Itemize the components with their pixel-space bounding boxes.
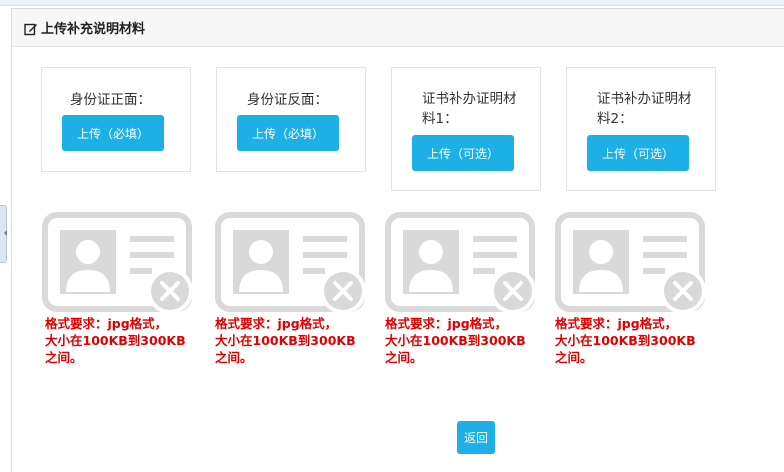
upload-id-back-button[interactable]: 上传（必填） xyxy=(237,115,339,151)
format-requirement-line: 格式要求：jpg格式， xyxy=(215,316,338,331)
id-card-missing-icon xyxy=(555,212,706,314)
upload-box-id-front: 身份证正面： 上传（必填） xyxy=(41,67,191,172)
range-end-line: 之间。 xyxy=(45,350,83,365)
back-button[interactable]: 返回 xyxy=(457,421,495,454)
format-requirement: 格式要求：jpg格式， 大小在100KB到300KB 之间。 xyxy=(45,315,200,366)
upload-box-material-1: 证书补办证明材 料1： 上传（可选） xyxy=(391,67,541,191)
top-strip xyxy=(0,0,784,6)
edit-icon xyxy=(24,21,38,35)
upload-id-front-button[interactable]: 上传（必填） xyxy=(62,115,164,151)
range-end-line: 之间。 xyxy=(555,350,593,365)
format-requirement: 格式要求：jpg格式， 大小在100KB到300KB 之间。 xyxy=(215,315,370,366)
size-requirement-line: 大小在100KB到300KB xyxy=(385,333,526,348)
upload-label-material-1-line2: 料1： xyxy=(422,111,458,127)
upload-label-material-2-line1: 证书补办证明材 xyxy=(597,91,692,107)
id-card-missing-icon xyxy=(42,212,193,314)
upload-label-id-front: 身份证正面： xyxy=(70,92,151,108)
upload-material-1-button[interactable]: 上传（可选） xyxy=(412,135,514,171)
upload-box-material-2: 证书补办证明材 料2： 上传（可选） xyxy=(566,67,716,191)
range-end-line: 之间。 xyxy=(215,350,253,365)
range-end-line: 之间。 xyxy=(385,350,423,365)
upload-material-2-button[interactable]: 上传（可选） xyxy=(587,135,689,171)
upload-label-material-2-line2: 料2： xyxy=(597,111,633,127)
format-requirement-line: 格式要求：jpg格式， xyxy=(45,316,168,331)
size-requirement-line: 大小在100KB到300KB xyxy=(215,333,356,348)
format-requirement: 格式要求：jpg格式， 大小在100KB到300KB 之间。 xyxy=(385,315,540,366)
size-requirement-line: 大小在100KB到300KB xyxy=(45,333,186,348)
upload-box-id-back: 身份证反面： 上传（必填） xyxy=(216,67,366,172)
panel-title: 上传补充说明材料 xyxy=(41,22,146,37)
upload-label-material-1-line1: 证书补办证明材 xyxy=(422,91,517,107)
format-requirement-line: 格式要求：jpg格式， xyxy=(385,316,508,331)
format-requirement: 格式要求：jpg格式， 大小在100KB到300KB 之间。 xyxy=(555,315,710,366)
id-card-missing-icon xyxy=(215,212,366,314)
panel-header: 上传补充说明材料 xyxy=(12,9,784,47)
id-card-missing-icon xyxy=(385,212,536,314)
upload-label-id-back: 身份证反面： xyxy=(247,92,328,108)
format-requirement-line: 格式要求：jpg格式， xyxy=(555,316,678,331)
side-collapse-handle[interactable] xyxy=(0,205,7,263)
size-requirement-line: 大小在100KB到300KB xyxy=(555,333,696,348)
